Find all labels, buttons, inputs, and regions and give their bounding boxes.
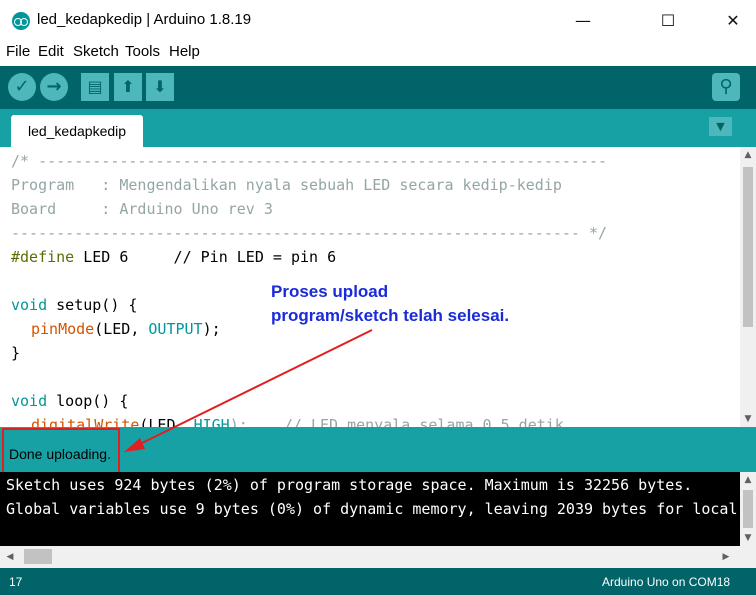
scroll-up-icon[interactable]: ▲ bbox=[740, 472, 756, 488]
menu-bar: File Edit Sketch Tools Help bbox=[0, 42, 756, 64]
console-line-2: Global variables use 9 bytes (0%) of dyn… bbox=[6, 500, 738, 518]
arduino-logo-icon bbox=[12, 12, 30, 30]
menu-sketch[interactable]: Sketch bbox=[73, 43, 119, 60]
code-token: HIGH bbox=[193, 416, 230, 427]
console-line-1: Sketch uses 924 bytes (2%) of program st… bbox=[6, 476, 693, 494]
scroll-right-icon[interactable]: ▶ bbox=[718, 546, 734, 568]
code-line-4: ----------------------------------------… bbox=[11, 224, 608, 242]
code-line-2: Program : Mengendalikan nyala sebuah LED… bbox=[11, 176, 562, 194]
menu-edit[interactable]: Edit bbox=[38, 43, 64, 60]
upload-button[interactable]: → bbox=[40, 73, 68, 101]
code-token: ); // LED menyala selama 0.5 detik bbox=[229, 416, 564, 427]
code-line-1: /* -------------------------------------… bbox=[11, 152, 608, 170]
menu-file[interactable]: File bbox=[6, 43, 30, 60]
tab-strip: led_kedapkedip bbox=[0, 109, 756, 147]
minimize-button[interactable]: — bbox=[560, 0, 606, 42]
chevron-down-icon: ▼ bbox=[716, 120, 725, 133]
status-highlight-box bbox=[2, 428, 120, 474]
console-scroll-thumb[interactable] bbox=[743, 490, 753, 528]
code-line-8: pinMode(LED, OUTPUT); bbox=[31, 317, 221, 341]
footer-bar: 17 Arduino Uno on COM18 bbox=[0, 568, 756, 595]
code-token: ); bbox=[202, 320, 221, 338]
annotation-line-2: program/sketch telah selesai. bbox=[271, 306, 510, 325]
code-line-9: } bbox=[11, 344, 21, 362]
code-token: loop() { bbox=[47, 392, 129, 410]
code-token: (LED, bbox=[94, 320, 149, 338]
code-line-3: Board : Arduino Uno rev 3 bbox=[11, 200, 273, 218]
code-token: void bbox=[11, 296, 48, 314]
save-button[interactable]: ⬇ bbox=[146, 73, 174, 101]
scroll-down-icon[interactable]: ▼ bbox=[740, 411, 756, 427]
editor-scroll-thumb[interactable] bbox=[743, 167, 753, 327]
new-button[interactable]: ▤ bbox=[81, 73, 109, 101]
new-file-icon: ▤ bbox=[87, 77, 103, 96]
title-bar: led_kedapkedip | Arduino 1.8.19 — ☐ ✕ bbox=[0, 0, 756, 42]
annotation-line-1: Proses upload bbox=[271, 282, 389, 301]
console-hscroll-thumb[interactable] bbox=[24, 549, 52, 564]
tab-menu-button[interactable]: ▼ bbox=[709, 117, 732, 136]
serial-monitor-button[interactable]: ⚲ bbox=[712, 73, 740, 101]
toolbar: ✓ → ▤ ⬆ ⬇ ⚲ bbox=[0, 66, 756, 109]
magnifier-icon: ⚲ bbox=[719, 76, 733, 97]
editor-vertical-scrollbar[interactable]: ▲ ▼ bbox=[740, 147, 756, 427]
code-token: digitalWrite bbox=[31, 416, 140, 427]
code-token: void bbox=[11, 392, 48, 410]
menu-help[interactable]: Help bbox=[169, 43, 200, 60]
code-token: OUTPUT bbox=[148, 320, 203, 338]
console-output: Sketch uses 924 bytes (2%) of program st… bbox=[0, 472, 740, 546]
scroll-left-icon[interactable]: ◀ bbox=[2, 546, 18, 568]
open-button[interactable]: ⬆ bbox=[114, 73, 142, 101]
line-number: 17 bbox=[9, 575, 23, 589]
code-line-11: void loop() { bbox=[11, 389, 128, 413]
arrow-right-icon: → bbox=[46, 76, 62, 97]
tab-led-kedapkedip[interactable]: led_kedapkedip bbox=[11, 115, 143, 147]
code-token: LED 6 // Pin LED = pin 6 bbox=[74, 248, 337, 266]
board-port-label: Arduino Uno on COM18 bbox=[602, 575, 731, 589]
code-line-7: void setup() { bbox=[11, 293, 137, 317]
arrow-up-icon: ⬆ bbox=[121, 77, 135, 96]
maximize-button[interactable]: ☐ bbox=[645, 0, 691, 42]
code-token: setup() { bbox=[47, 296, 138, 314]
close-button[interactable]: ✕ bbox=[710, 0, 756, 42]
code-token: (LED, bbox=[139, 416, 194, 427]
code-line-12: digitalWrite(LED, HIGH); // LED menyala … bbox=[31, 413, 564, 427]
code-token: #define bbox=[11, 248, 75, 266]
verify-button[interactable]: ✓ bbox=[8, 73, 36, 101]
menu-tools[interactable]: Tools bbox=[125, 43, 160, 60]
annotation-text: Proses upload program/sketch telah seles… bbox=[271, 280, 509, 328]
code-line-5: #define LED 6 // Pin LED = pin 6 bbox=[11, 245, 336, 269]
arrow-down-icon: ⬇ bbox=[153, 77, 167, 96]
scroll-down-icon[interactable]: ▼ bbox=[740, 530, 756, 546]
check-icon: ✓ bbox=[14, 76, 30, 97]
console-vertical-scrollbar[interactable]: ▲ ▼ bbox=[740, 472, 756, 546]
code-token: pinMode bbox=[31, 320, 95, 338]
window-title: led_kedapkedip | Arduino 1.8.19 bbox=[37, 11, 252, 28]
scroll-up-icon[interactable]: ▲ bbox=[740, 147, 756, 163]
console-horizontal-scrollbar[interactable]: ◀ ▶ bbox=[0, 546, 756, 568]
